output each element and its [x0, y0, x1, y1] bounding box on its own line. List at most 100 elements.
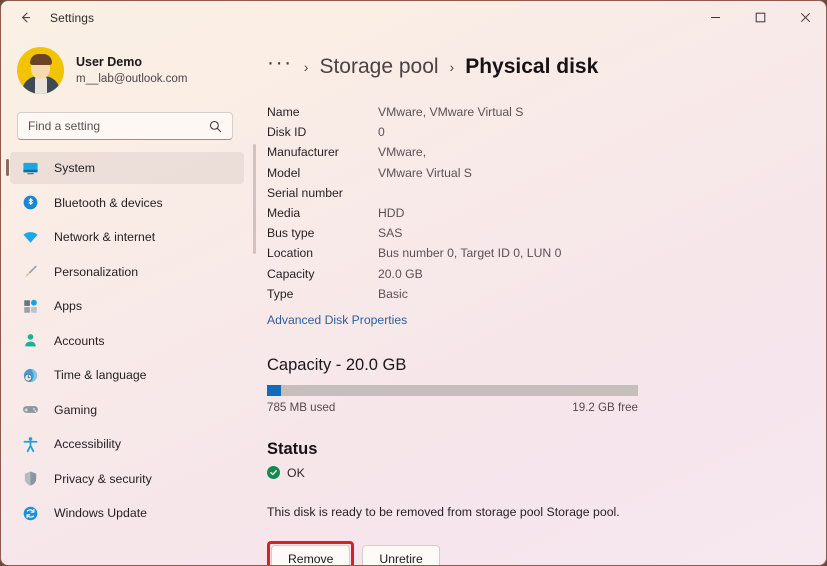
minimize-button[interactable]: [693, 1, 738, 33]
sidebar-item-personalization[interactable]: Personalization: [10, 256, 244, 288]
title-bar: Settings: [1, 1, 827, 34]
sidebar-item-label: Apps: [54, 299, 82, 313]
navigation-list: System Bluetooth & devices Network: [1, 152, 249, 529]
status-description: This disk is ready to be removed from st…: [267, 505, 827, 519]
sidebar-item-label: System: [54, 161, 95, 175]
property-row-disk-id: Disk ID 0: [267, 122, 827, 142]
content-scrollbar[interactable]: [253, 144, 256, 254]
sidebar-item-system[interactable]: System: [10, 152, 244, 184]
clock-globe-icon: [21, 366, 39, 384]
property-row-type: Type Basic: [267, 284, 827, 304]
breadcrumb-parent-link[interactable]: Storage pool: [319, 55, 438, 79]
person-icon: [21, 332, 39, 350]
property-row-bus-type: Bus type SAS: [267, 223, 827, 243]
profile-name: User Demo: [76, 55, 187, 71]
property-key: Serial number: [267, 186, 378, 200]
app-title: Settings: [50, 11, 94, 25]
capacity-bar-fill: [267, 385, 281, 396]
capacity-bar-labels: 785 MB used 19.2 GB free: [267, 401, 638, 414]
capacity-used-label: 785 MB used: [267, 401, 335, 414]
status-badge: OK: [267, 466, 827, 480]
bluetooth-icon: [21, 194, 39, 212]
sidebar-item-accessibility[interactable]: Accessibility: [10, 428, 244, 460]
property-row-location: Location Bus number 0, Target ID 0, LUN …: [267, 243, 827, 263]
advanced-disk-properties-link[interactable]: Advanced Disk Properties: [267, 313, 407, 327]
property-value: 0: [378, 125, 385, 139]
property-value: 20.0 GB: [378, 267, 423, 281]
avatar: [17, 47, 64, 94]
window-controls: [693, 1, 827, 33]
property-row-capacity: Capacity 20.0 GB: [267, 264, 827, 284]
property-value: SAS: [378, 226, 402, 240]
sidebar-item-gaming[interactable]: Gaming: [10, 394, 244, 426]
brush-icon: [21, 263, 39, 281]
sidebar-item-label: Bluetooth & devices: [54, 196, 163, 210]
property-key: Name: [267, 105, 378, 119]
property-key: Capacity: [267, 267, 378, 281]
profile-text: User Demo m__lab@outlook.com: [76, 55, 187, 86]
search-container: [17, 112, 233, 140]
minimize-icon: [710, 12, 721, 23]
accessibility-icon: [21, 435, 39, 453]
avatar-hair: [30, 54, 52, 65]
chevron-right-icon: ›: [450, 59, 455, 75]
search-icon: [209, 120, 222, 133]
user-profile[interactable]: User Demo m__lab@outlook.com: [17, 47, 249, 94]
property-value: Basic: [378, 287, 408, 301]
sidebar-item-label: Network & internet: [54, 230, 155, 244]
sidebar-item-network-internet[interactable]: Network & internet: [10, 221, 244, 253]
property-row-manufacturer: Manufacturer VMware,: [267, 142, 827, 162]
status-value: OK: [287, 466, 305, 480]
search-box[interactable]: [17, 112, 233, 140]
sidebar-item-label: Gaming: [54, 403, 97, 417]
sidebar-item-label: Privacy & security: [54, 472, 152, 486]
profile-email: m__lab@outlook.com: [76, 72, 187, 86]
apps-icon: [21, 297, 39, 315]
sidebar-item-time-language[interactable]: Time & language: [10, 359, 244, 391]
back-button[interactable]: [9, 2, 41, 34]
property-key: Media: [267, 206, 378, 220]
property-value: Bus number 0, Target ID 0, LUN 0: [378, 246, 561, 260]
content-pane: ··· › Storage pool › Physical disk Name …: [249, 34, 827, 566]
property-row-model: Model VMware Virtual S: [267, 163, 827, 183]
property-value: VMware Virtual S: [378, 166, 472, 180]
sidebar-item-bluetooth-devices[interactable]: Bluetooth & devices: [10, 187, 244, 219]
property-key: Location: [267, 246, 378, 260]
property-row-name: Name VMware, VMware Virtual S: [267, 102, 827, 122]
capacity-free-label: 19.2 GB free: [572, 401, 638, 414]
property-row-serial-number: Serial number: [267, 183, 827, 203]
property-key: Manufacturer: [267, 145, 378, 159]
back-arrow-icon: [18, 10, 33, 25]
breadcrumb: ··· › Storage pool › Physical disk: [267, 49, 827, 85]
disk-properties-table: Name VMware, VMware Virtual S Disk ID 0 …: [267, 102, 827, 304]
close-icon: [800, 12, 811, 23]
breadcrumb-overflow-button[interactable]: ···: [267, 56, 293, 79]
sidebar-item-windows-update[interactable]: Windows Update: [10, 497, 244, 529]
monitor-icon: [21, 159, 39, 177]
sidebar-item-label: Accounts: [54, 334, 105, 348]
sidebar-item-label: Personalization: [54, 265, 138, 279]
property-key: Bus type: [267, 226, 378, 240]
sidebar-item-privacy-security[interactable]: Privacy & security: [10, 463, 244, 495]
property-key: Disk ID: [267, 125, 378, 139]
remove-button-highlight: Remove: [267, 541, 354, 566]
update-icon: [21, 504, 39, 522]
page-title: Physical disk: [465, 55, 598, 79]
wifi-icon: [21, 228, 39, 246]
unretire-button[interactable]: Unretire: [362, 545, 439, 566]
search-input[interactable]: [28, 119, 208, 133]
sidebar-item-accounts[interactable]: Accounts: [10, 325, 244, 357]
property-value: HDD: [378, 206, 404, 220]
sidebar-item-apps[interactable]: Apps: [10, 290, 244, 322]
maximize-button[interactable]: [738, 1, 783, 33]
capacity-heading: Capacity - 20.0 GB: [267, 356, 827, 375]
check-circle-icon: [267, 466, 280, 479]
gamepad-icon: [21, 401, 39, 419]
property-key: Type: [267, 287, 378, 301]
action-buttons: Remove Unretire: [267, 541, 827, 566]
property-value: VMware, VMware Virtual S: [378, 105, 523, 119]
remove-button[interactable]: Remove: [271, 545, 350, 566]
close-button[interactable]: [783, 1, 827, 33]
settings-window: Settings: [0, 0, 827, 566]
maximize-icon: [755, 12, 766, 23]
